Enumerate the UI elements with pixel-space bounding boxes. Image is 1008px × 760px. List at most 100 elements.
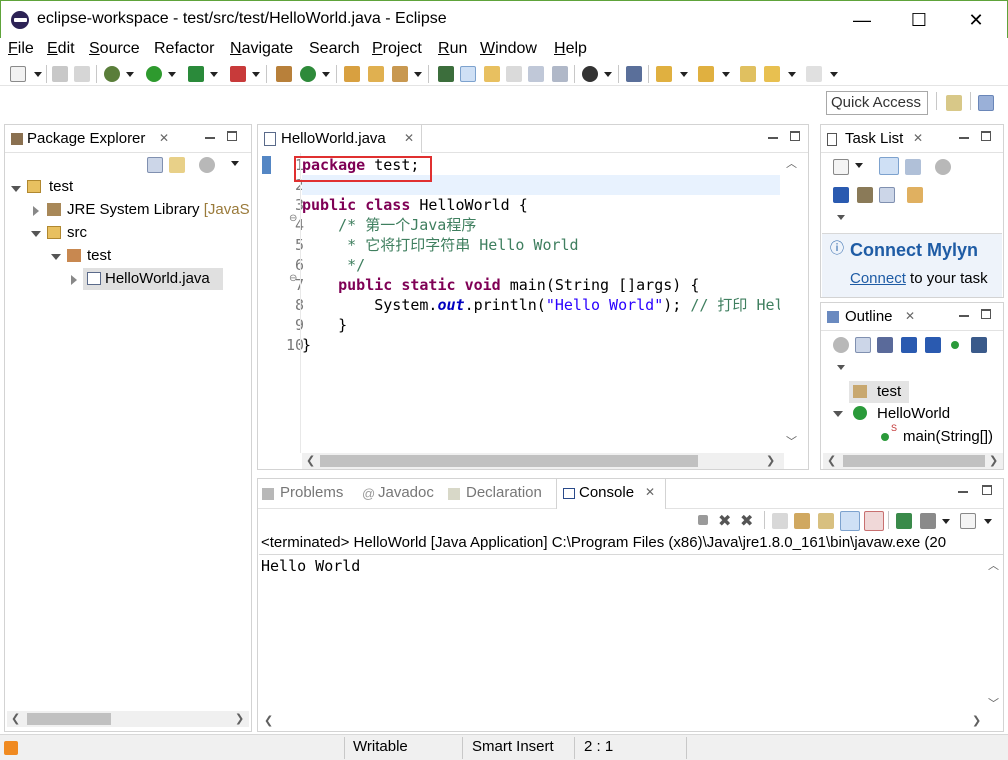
- close-icon[interactable]: ✕: [913, 131, 923, 145]
- collapse-all-icon[interactable]: [855, 337, 871, 353]
- terminate-icon[interactable]: [698, 515, 708, 525]
- block-selection-icon[interactable]: [484, 66, 500, 82]
- show-whitespace-icon[interactable]: [528, 66, 544, 82]
- maximize-view-icon[interactable]: [227, 131, 237, 141]
- back-icon[interactable]: [764, 66, 780, 82]
- prev-annotation-dropdown-icon[interactable]: [722, 72, 730, 77]
- expand-jre-icon[interactable]: [33, 206, 39, 216]
- filter-icon[interactable]: [199, 157, 215, 173]
- tab-helloworld-java[interactable]: HelloWorld.java ✕: [258, 125, 422, 153]
- paragraph-icon[interactable]: [552, 66, 568, 82]
- coverage-dropdown-icon[interactable]: [210, 72, 218, 77]
- minimize-view-icon[interactable]: [959, 315, 969, 317]
- package-explorer-hscroll[interactable]: ❮ ❯: [7, 711, 249, 727]
- expand-class-icon[interactable]: [833, 411, 843, 417]
- hide-local-types-icon[interactable]: [971, 337, 987, 353]
- pin-console-icon[interactable]: [896, 513, 912, 529]
- close-icon[interactable]: ✕: [404, 131, 414, 145]
- tree-item-helloworld-java[interactable]: HelloWorld.java: [105, 270, 210, 287]
- external-tools-dropdown-icon[interactable]: [252, 72, 260, 77]
- tree-item-src[interactable]: src: [67, 224, 87, 241]
- save-icon[interactable]: [52, 66, 68, 82]
- maximize-view-icon[interactable]: [982, 485, 992, 495]
- prev-annotation-icon[interactable]: [698, 66, 714, 82]
- clear-console-icon[interactable]: [772, 513, 788, 529]
- open-folder-icon[interactable]: [368, 66, 384, 82]
- open-perspective-icon[interactable]: [946, 95, 962, 111]
- sort-icon[interactable]: [877, 337, 893, 353]
- run-icon[interactable]: [146, 66, 162, 82]
- collapse-all-icon[interactable]: [879, 187, 895, 203]
- search-tool-icon[interactable]: [392, 66, 408, 82]
- search-dropdown-icon[interactable]: [414, 72, 422, 77]
- quick-access-input[interactable]: Quick Access: [826, 91, 928, 115]
- tab-problems[interactable]: Problems: [280, 484, 343, 501]
- word-wrap-icon[interactable]: [818, 513, 834, 529]
- scroll-lock-icon[interactable]: [794, 513, 810, 529]
- mark-occurrences-icon[interactable]: [460, 66, 476, 82]
- new-class-icon[interactable]: [300, 66, 316, 82]
- menu-run[interactable]: Run: [438, 40, 467, 58]
- next-annotation-dropdown-icon[interactable]: [680, 72, 688, 77]
- tab-console[interactable]: Console ✕: [556, 479, 666, 509]
- maximize-view-icon[interactable]: [981, 131, 991, 141]
- filter-icon[interactable]: [833, 337, 849, 353]
- hide-nonpublic-icon[interactable]: [951, 341, 959, 349]
- new-icon[interactable]: [10, 66, 26, 82]
- outline-item-class[interactable]: HelloWorld: [877, 405, 950, 422]
- save-all-icon[interactable]: [74, 66, 90, 82]
- expand-file-icon[interactable]: [71, 275, 77, 285]
- minimize-view-icon[interactable]: [958, 491, 968, 493]
- word-wrap-icon[interactable]: [506, 66, 522, 82]
- open-console-icon[interactable]: [960, 513, 976, 529]
- sync-icon[interactable]: [907, 187, 923, 203]
- tab-declaration[interactable]: Declaration: [466, 484, 542, 501]
- open-type-icon[interactable]: [344, 66, 360, 82]
- close-icon[interactable]: ✕: [645, 485, 655, 499]
- run-dropdown-icon[interactable]: [168, 72, 176, 77]
- menu-navigate[interactable]: Navigate: [230, 40, 293, 58]
- next-annotation-icon[interactable]: [656, 66, 672, 82]
- hide-icon[interactable]: [833, 187, 849, 203]
- expand-package-icon[interactable]: [51, 254, 61, 260]
- outline-item-method[interactable]: main(String[]): [903, 428, 993, 445]
- code-area[interactable]: package test;public class HelloWorld { /…: [302, 155, 780, 447]
- coverage-icon[interactable]: [188, 66, 204, 82]
- external-tools-icon[interactable]: [230, 66, 246, 82]
- editor-vscroll[interactable]: ︿ ﹀: [784, 153, 800, 451]
- new-task-dropdown-icon[interactable]: [855, 163, 863, 168]
- user-dropdown-icon[interactable]: [604, 72, 612, 77]
- hide-fields-icon[interactable]: [901, 337, 917, 353]
- console-vscroll[interactable]: ︿ ﹀: [986, 555, 1002, 711]
- menu-help[interactable]: Help: [554, 40, 587, 58]
- new-task-icon[interactable]: [833, 159, 849, 175]
- close-icon[interactable]: ✕: [905, 309, 915, 323]
- menu-project[interactable]: Project: [372, 40, 422, 58]
- menu-window[interactable]: Window: [480, 40, 537, 58]
- console-hscroll[interactable]: ❮ ❯: [260, 713, 986, 729]
- menu-source[interactable]: Source: [89, 40, 140, 58]
- back-dropdown-icon[interactable]: [788, 72, 796, 77]
- menu-search[interactable]: Search: [309, 40, 360, 58]
- view-menu-icon[interactable]: [837, 365, 845, 370]
- expand-src-icon[interactable]: [31, 231, 41, 237]
- fold-method-icon[interactable]: ⊖: [289, 273, 297, 284]
- java-perspective-icon[interactable]: [978, 95, 994, 111]
- display-console-icon[interactable]: [920, 513, 936, 529]
- new-java-project-icon[interactable]: [276, 66, 292, 82]
- tree-item-test-project[interactable]: test: [49, 178, 73, 195]
- open-console-dropdown-icon[interactable]: [984, 519, 992, 524]
- tree-item-package-test[interactable]: test: [87, 247, 111, 264]
- package-explorer-title[interactable]: Package Explorer: [27, 130, 145, 147]
- outline-title[interactable]: Outline: [845, 308, 893, 325]
- console-output[interactable]: Hello World: [261, 557, 360, 575]
- menu-edit[interactable]: Edit: [47, 40, 75, 58]
- new-class-dropdown-icon[interactable]: [322, 72, 330, 77]
- minimize-view-icon[interactable]: [205, 137, 215, 139]
- close-button[interactable]: ✕: [953, 6, 999, 34]
- annotation-icon[interactable]: [438, 66, 454, 82]
- minimize-view-icon[interactable]: [768, 137, 778, 139]
- tab-javadoc[interactable]: Javadoc: [378, 484, 434, 501]
- hide-static-icon[interactable]: [925, 337, 941, 353]
- maximize-view-icon[interactable]: [981, 309, 991, 319]
